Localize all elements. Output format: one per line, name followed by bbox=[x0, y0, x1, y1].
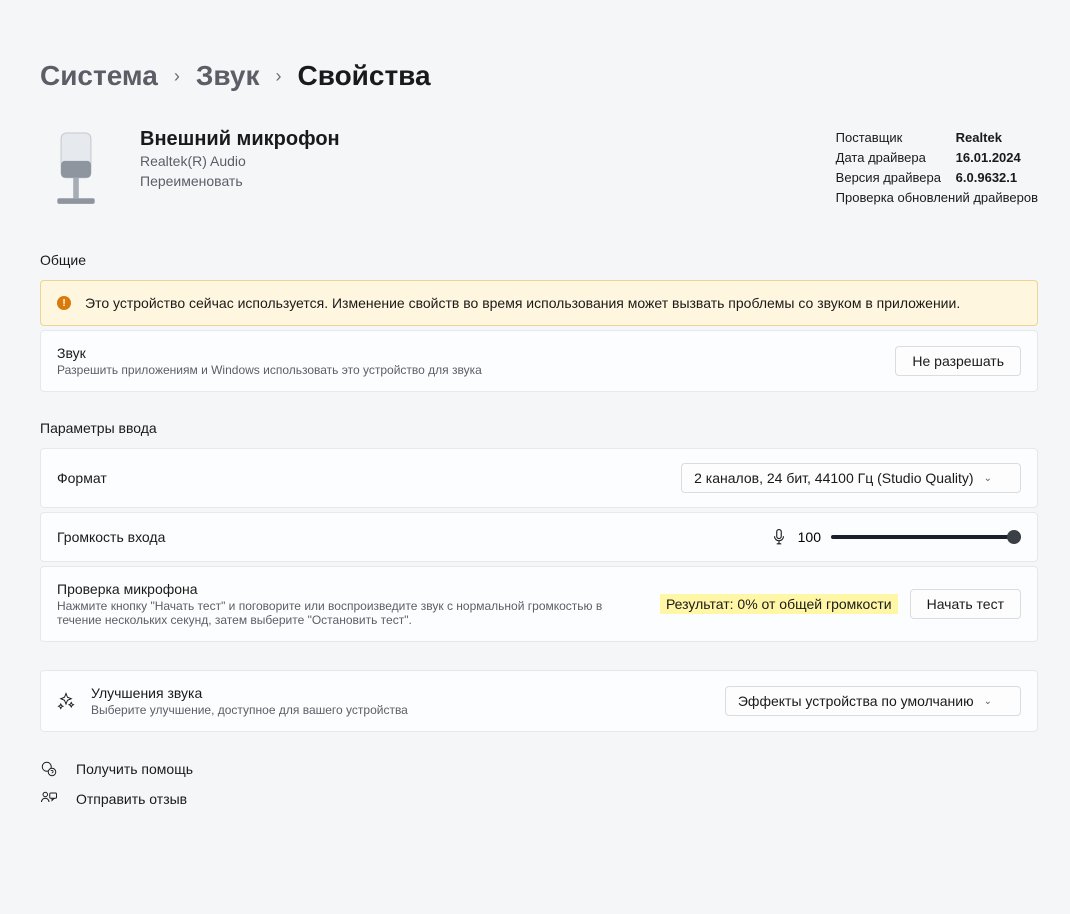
section-general-label: Общие bbox=[40, 252, 1038, 268]
slider-thumb[interactable] bbox=[1007, 530, 1021, 544]
driver-info: Поставщик Realtek Дата драйвера 16.01.20… bbox=[836, 128, 1038, 205]
driver-date-value: 16.01.2024 bbox=[956, 148, 1021, 168]
breadcrumb-sound[interactable]: Звук bbox=[196, 60, 260, 92]
device-in-use-warning: ! Это устройство сейчас используется. Из… bbox=[40, 280, 1038, 326]
microphone-device-icon bbox=[40, 128, 112, 216]
breadcrumb: Система › Звук › Свойства bbox=[40, 60, 1038, 92]
format-select[interactable]: 2 каналов, 24 бит, 44100 Гц (Studio Qual… bbox=[681, 463, 1021, 493]
mic-test-result: Результат: 0% от общей громкости bbox=[660, 594, 898, 614]
warning-text: Это устройство сейчас используется. Изме… bbox=[85, 295, 960, 311]
rename-button[interactable]: Переименовать bbox=[140, 173, 808, 189]
enhancements-row: Улучшения звука Выберите улучшение, дост… bbox=[40, 670, 1038, 732]
start-test-button[interactable]: Начать тест bbox=[910, 589, 1021, 619]
device-title: Внешний микрофон bbox=[140, 128, 808, 151]
driver-vendor-label: Поставщик bbox=[836, 128, 944, 148]
device-subtitle: Realtek(R) Audio bbox=[140, 153, 808, 169]
enhancements-value: Эффекты устройства по умолчанию bbox=[738, 693, 974, 709]
warning-icon: ! bbox=[57, 296, 71, 310]
get-help-label: Получить помощь bbox=[76, 761, 193, 777]
get-help-link[interactable]: Получить помощь bbox=[40, 760, 1038, 778]
chevron-right-icon: › bbox=[174, 66, 180, 87]
chevron-right-icon: › bbox=[276, 66, 282, 87]
send-feedback-label: Отправить отзыв bbox=[76, 791, 187, 807]
breadcrumb-system[interactable]: Система bbox=[40, 60, 158, 92]
input-volume-label: Громкость входа bbox=[57, 529, 754, 545]
sparkle-icon bbox=[57, 692, 75, 710]
format-row: Формат 2 каналов, 24 бит, 44100 Гц (Stud… bbox=[40, 448, 1038, 508]
enhancements-select[interactable]: Эффекты устройства по умолчанию ⌄ bbox=[725, 686, 1021, 716]
mic-test-desc: Нажмите кнопку "Начать тест" и поговорит… bbox=[57, 599, 637, 627]
format-label: Формат bbox=[57, 470, 665, 486]
chevron-down-icon: ⌄ bbox=[984, 696, 992, 707]
driver-vendor-value: Realtek bbox=[956, 128, 1002, 148]
section-input-params-label: Параметры ввода bbox=[40, 420, 1038, 436]
volume-slider[interactable] bbox=[831, 527, 1021, 547]
microphone-icon[interactable] bbox=[770, 528, 788, 546]
feedback-icon bbox=[40, 790, 58, 808]
allow-audio-row: Звук Разрешить приложениям и Windows исп… bbox=[40, 330, 1038, 392]
mic-test-title: Проверка микрофона bbox=[57, 581, 644, 597]
allow-audio-title: Звук bbox=[57, 345, 879, 361]
allow-audio-desc: Разрешить приложениям и Windows использо… bbox=[57, 363, 879, 377]
send-feedback-link[interactable]: Отправить отзыв bbox=[40, 790, 1038, 808]
driver-version-label: Версия драйвера bbox=[836, 168, 944, 188]
enhancements-desc: Выберите улучшение, доступное для вашего… bbox=[91, 703, 709, 717]
input-volume-row: Громкость входа 100 bbox=[40, 512, 1038, 562]
help-icon bbox=[40, 760, 58, 778]
check-driver-updates-link[interactable]: Проверка обновлений драйверов bbox=[836, 190, 1038, 205]
format-value: 2 каналов, 24 бит, 44100 Гц (Studio Qual… bbox=[694, 470, 973, 486]
chevron-down-icon: ⌄ bbox=[984, 473, 992, 484]
driver-date-label: Дата драйвера bbox=[836, 148, 944, 168]
driver-version-value: 6.0.9632.1 bbox=[956, 168, 1017, 188]
breadcrumb-properties: Свойства bbox=[298, 60, 431, 92]
mic-test-row: Проверка микрофона Нажмите кнопку "Начат… bbox=[40, 566, 1038, 642]
enhancements-title: Улучшения звука bbox=[91, 685, 709, 701]
disallow-button[interactable]: Не разрешать bbox=[895, 346, 1021, 376]
volume-value: 100 bbox=[798, 529, 821, 545]
